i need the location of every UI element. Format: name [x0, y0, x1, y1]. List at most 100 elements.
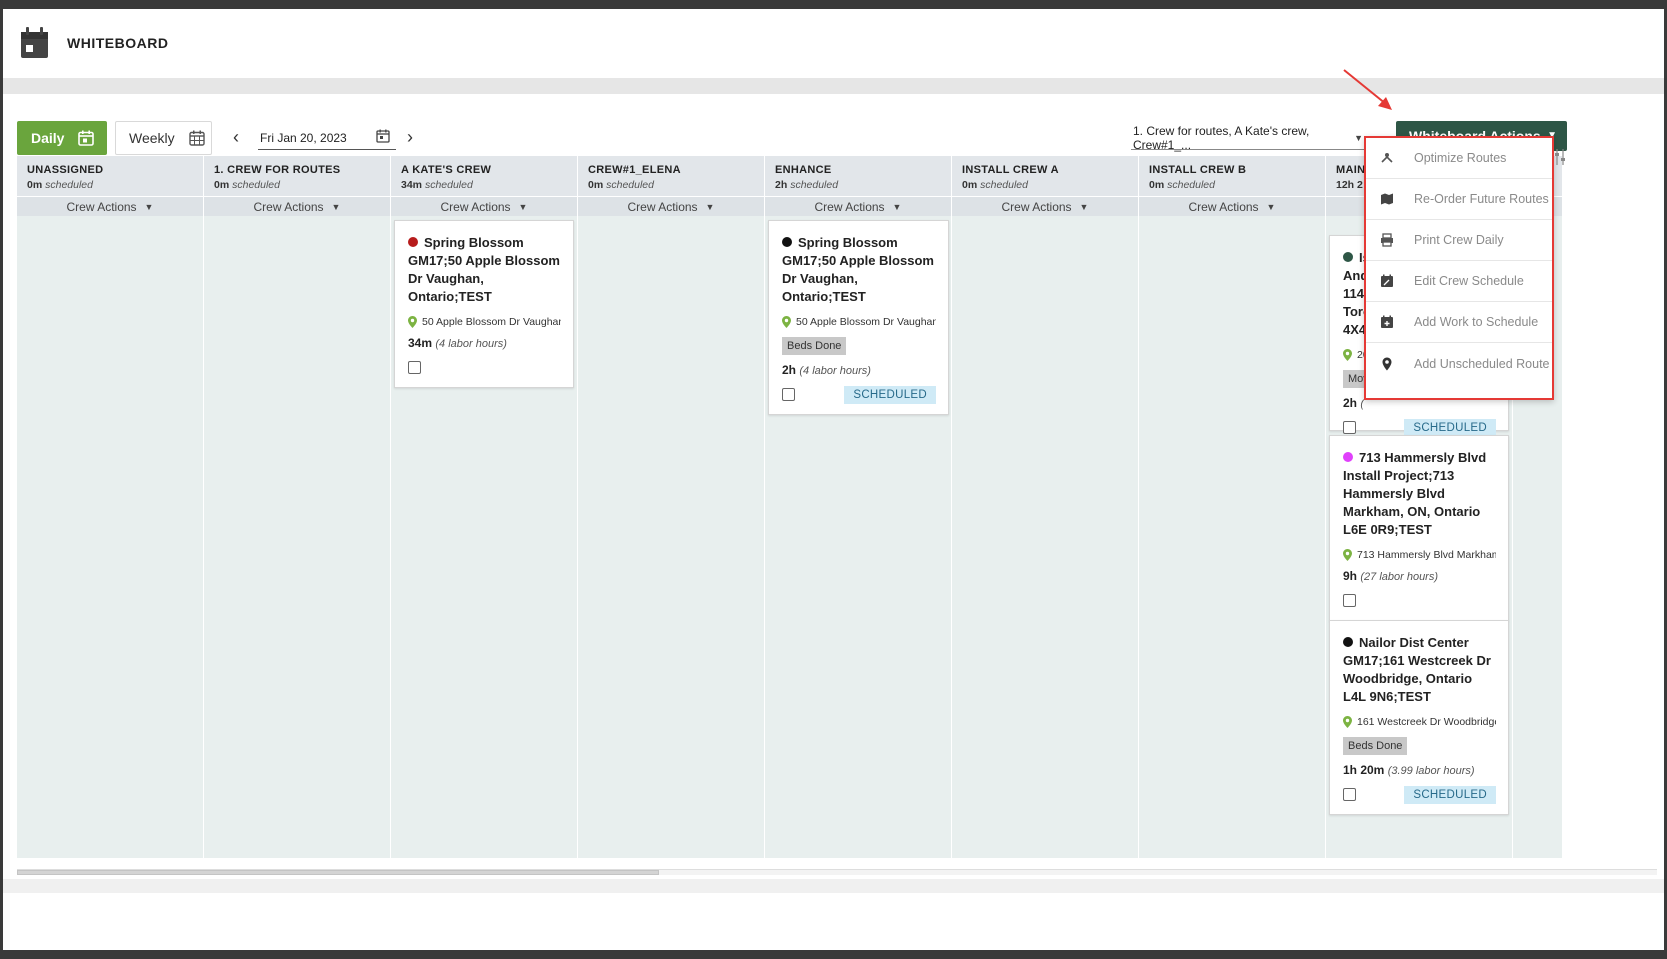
page-title: WHITEBOARD — [67, 35, 169, 51]
column-scheduled: 34m scheduled — [401, 179, 473, 191]
column-scheduled: 2h scheduled — [775, 179, 839, 191]
crew-column-a-kates-crew: A KATE'S CREW 34m scheduled Crew Actions… — [391, 156, 578, 858]
chevron-down-icon: ▼ — [705, 201, 715, 212]
crew-actions-dropdown[interactable]: Crew Actions ▼ — [204, 196, 390, 216]
card-address: 161 Westcreek Dr Woodbridge, Ontario — [1343, 716, 1496, 728]
select-checkbox[interactable] — [1343, 421, 1356, 434]
chevron-down-icon: ▼ — [518, 201, 528, 212]
page-header: WHITEBOARD — [3, 9, 1664, 78]
crew-column-crew1-elena: CREW#1_ELENA 0m scheduled Crew Actions ▼ — [578, 156, 765, 858]
menu-item-reorder-future-routes[interactable]: Re-Order Future Routes — [1366, 179, 1552, 220]
status-dot — [1343, 452, 1353, 462]
crew-actions-dropdown[interactable]: Crew Actions ▼ — [1139, 196, 1325, 216]
card-address: 50 Apple Blossom Dr Vaughan, Ontario — [782, 316, 936, 328]
calendar-icon — [21, 27, 48, 58]
card-footer: SCHEDULED — [1343, 786, 1496, 804]
column-name: A KATE'S CREW — [401, 164, 492, 176]
status-dot — [782, 237, 792, 247]
crew-column-crew-for-routes: 1. CREW FOR ROUTES 0m scheduled Crew Act… — [204, 156, 391, 858]
column-name: INSTALL CREW B — [1149, 164, 1247, 176]
crew-column-install-crew-a: INSTALL CREW A 0m scheduled Crew Actions… — [952, 156, 1139, 858]
chevron-down-icon: ▼ — [1266, 201, 1276, 212]
crew-actions-dropdown[interactable]: Crew Actions ▼ — [17, 196, 203, 216]
menu-item-print-crew-daily[interactable]: Print Crew Daily — [1366, 220, 1552, 261]
location-pin-icon — [408, 316, 417, 328]
card-footer: SCHEDULED — [782, 386, 936, 404]
work-card[interactable]: Nailor Dist Center GM17;161 Westcreek Dr… — [1329, 620, 1509, 815]
card-duration: 1h 20m (3.99 labor hours) — [1343, 763, 1475, 777]
column-scheduled: 0m scheduled — [27, 179, 93, 191]
status-dot — [408, 237, 418, 247]
date-value: Fri Jan 20, 2023 — [260, 130, 347, 145]
card-tag: Beds Done — [782, 337, 847, 355]
date-field[interactable]: Fri Jan 20, 2023 — [258, 126, 396, 150]
column-name: INSTALL CREW A — [962, 164, 1059, 176]
location-pin-icon — [1382, 357, 1392, 370]
column-name: CREW#1_ELENA — [588, 164, 681, 176]
card-address: 50 Apple Blossom Dr Vaughan, Ontario — [408, 316, 561, 328]
date-picker-icon[interactable] — [376, 129, 390, 143]
column-scheduled: 0m scheduled — [214, 179, 280, 191]
select-checkbox[interactable] — [408, 361, 421, 374]
scrollbar-thumb[interactable] — [17, 870, 659, 875]
chevron-down-icon: ▼ — [331, 201, 341, 212]
crew-actions-dropdown[interactable]: Crew Actions ▼ — [952, 196, 1138, 216]
crew-column-enhance: ENHANCE 2h scheduled Crew Actions ▼ Sprin… — [765, 156, 952, 858]
whiteboard-actions-menu: Optimize Routes Re-Order Future Routes P… — [1364, 136, 1554, 400]
card-footer — [1343, 592, 1496, 610]
next-day-chevron-icon[interactable]: › — [407, 127, 413, 148]
menu-item-edit-crew-schedule[interactable]: Edit Crew Schedule — [1366, 261, 1552, 302]
column-header: ENHANCE 2h scheduled — [765, 156, 951, 196]
weekly-view-button[interactable]: Weekly — [115, 121, 212, 155]
column-name: ENHANCE — [775, 164, 832, 176]
horizontal-scrollbar[interactable] — [17, 869, 1657, 875]
crew-column-install-crew-b: INSTALL CREW B 0m scheduled Crew Actions… — [1139, 156, 1326, 858]
menu-item-add-unscheduled-route[interactable]: Add Unscheduled Route — [1366, 343, 1552, 384]
select-checkbox[interactable] — [1343, 594, 1356, 607]
location-pin-icon — [1343, 349, 1352, 361]
bottom-bar — [3, 879, 1664, 893]
location-pin-icon — [1343, 716, 1352, 728]
optimize-icon — [1381, 153, 1393, 163]
crew-actions-dropdown[interactable]: Crew Actions ▼ — [391, 196, 577, 216]
column-header: INSTALL CREW B 0m scheduled — [1139, 156, 1325, 196]
status-dot — [1343, 252, 1353, 262]
annotation-arrow-icon — [1343, 69, 1392, 110]
weekly-label: Weekly — [129, 130, 175, 146]
card-title: 713 Hammersly Blvd Install Project;713 H… — [1343, 450, 1487, 537]
work-card[interactable]: Spring Blossom GM17;50 Apple Blossom Dr … — [394, 220, 574, 388]
select-checkbox[interactable] — [782, 388, 795, 401]
calendar-week-icon — [188, 130, 205, 146]
location-pin-icon — [1343, 549, 1352, 561]
select-checkbox[interactable] — [1343, 788, 1356, 801]
header-divider — [3, 78, 1664, 94]
print-icon — [1381, 233, 1393, 247]
work-card[interactable]: 713 Hammersly Blvd Install Project;713 H… — [1329, 435, 1509, 621]
card-title: Nailor Dist Center GM17;161 Westcreek Dr… — [1343, 635, 1491, 704]
column-header: CREW#1_ELENA 0m scheduled — [578, 156, 764, 196]
column-scheduled: 0m scheduled — [1149, 179, 1215, 191]
crew-actions-dropdown[interactable]: Crew Actions ▼ — [765, 196, 951, 216]
card-footer — [408, 359, 561, 377]
map-icon — [1381, 193, 1393, 205]
crew-column-unassigned: UNASSIGNED 0m scheduled Crew Actions ▼ — [17, 156, 204, 858]
calendar-edit-icon — [1381, 274, 1393, 287]
work-card[interactable]: Spring Blossom GM17;50 Apple Blossom Dr … — [768, 220, 949, 415]
column-scheduled: 0m scheduled — [588, 179, 654, 191]
crew-actions-dropdown[interactable]: Crew Actions ▼ — [578, 196, 764, 216]
status-dot — [1343, 637, 1353, 647]
daily-view-button[interactable]: Daily — [17, 121, 107, 155]
menu-item-optimize-routes[interactable]: Optimize Routes — [1366, 138, 1552, 179]
crew-filter-select[interactable]: 1. Crew for routes, A Kate's crew, Crew#… — [1131, 124, 1367, 152]
chevron-down-icon: ▼ — [144, 201, 154, 212]
column-scheduled: 0m scheduled — [962, 179, 1028, 191]
column-name: 1. CREW FOR ROUTES — [214, 164, 341, 176]
status-badge: SCHEDULED — [1404, 786, 1496, 804]
column-name: UNASSIGNED — [27, 164, 104, 176]
calendar-add-icon — [1381, 315, 1393, 328]
previous-day-chevron-icon[interactable]: ‹ — [233, 127, 239, 148]
menu-item-add-work-to-schedule[interactable]: Add Work to Schedule — [1366, 302, 1552, 343]
calendar-day-icon — [78, 130, 95, 146]
settings-sliders-icon[interactable] — [1553, 147, 1567, 207]
status-badge: SCHEDULED — [844, 386, 936, 404]
